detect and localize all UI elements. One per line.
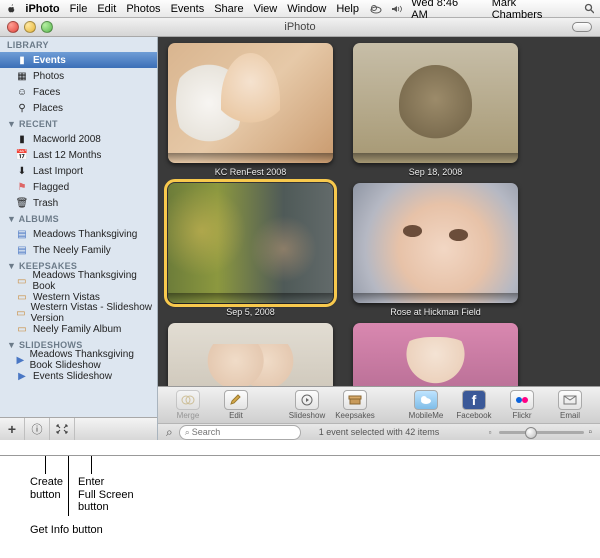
bottom-toolbar: Merge Edit Slideshow Keepsakes MobileMe … bbox=[158, 386, 600, 423]
merge-button[interactable]: Merge bbox=[166, 390, 210, 420]
box-icon bbox=[348, 394, 362, 406]
menu-file[interactable]: File bbox=[70, 3, 88, 15]
annotation-overlay: Create button Get Info button Enter Full… bbox=[0, 456, 600, 556]
flickr-button[interactable]: Flickr bbox=[500, 390, 544, 420]
email-button[interactable]: Email bbox=[548, 390, 592, 420]
event-thumb[interactable]: Sep 18, 2008 bbox=[353, 43, 518, 177]
menubar: iPhoto File Edit Photos Events Share Vie… bbox=[0, 0, 600, 18]
sidebar-item-book[interactable]: ▭Meadows Thanksgiving Book bbox=[0, 273, 157, 289]
status-text: 1 event selected with 42 items bbox=[319, 427, 440, 437]
mobileme-status-icon[interactable] bbox=[369, 4, 382, 14]
annotation-fullscreen: Enter Full Screen button bbox=[78, 476, 134, 514]
menu-edit[interactable]: Edit bbox=[97, 3, 116, 15]
menu-events[interactable]: Events bbox=[171, 3, 205, 15]
sidebar-item-places[interactable]: ⚲Places bbox=[0, 100, 157, 116]
menu-window[interactable]: Window bbox=[287, 3, 326, 15]
event-thumb[interactable]: KC RenFest 2008 bbox=[168, 43, 333, 177]
event-thumb[interactable] bbox=[168, 323, 333, 386]
menu-view[interactable]: View bbox=[254, 3, 278, 15]
sidebar-item-slideshow[interactable]: ▶Meadows Thanksgiving Book Slideshow bbox=[0, 352, 157, 368]
annotation-getinfo: Get Info button bbox=[30, 524, 103, 537]
status-bar: ⌕ ⌕ 1 event selected with 42 items ▫ ▫ bbox=[158, 423, 600, 440]
get-info-button[interactable]: ⓘ bbox=[25, 418, 50, 440]
menu-app[interactable]: iPhoto bbox=[25, 3, 59, 15]
slideshow-icon: ▶ bbox=[16, 354, 25, 366]
photos-icon: ▦ bbox=[16, 70, 28, 82]
faces-icon: ☺ bbox=[16, 86, 28, 98]
events-icon: ▮ bbox=[16, 54, 28, 66]
flag-icon: ⚑ bbox=[16, 181, 28, 193]
volume-icon[interactable] bbox=[391, 4, 402, 14]
thumbnail-size-slider[interactable] bbox=[499, 431, 584, 434]
sidebar-item-lastimport[interactable]: ⬇Last Import bbox=[0, 163, 157, 179]
sidebar-item-photos[interactable]: ▦Photos bbox=[0, 68, 157, 84]
sidebar-item-events[interactable]: ▮Events bbox=[0, 52, 157, 68]
keepsakes-button[interactable]: Keepsakes bbox=[333, 390, 377, 420]
album-icon: ▤ bbox=[16, 228, 28, 240]
facebook-button[interactable]: fFacebook bbox=[452, 390, 496, 420]
event-caption: KC RenFest 2008 bbox=[168, 167, 333, 177]
slideshow-icon: ▶ bbox=[16, 370, 28, 382]
mobileme-icon bbox=[419, 394, 433, 406]
flickr-icon bbox=[515, 395, 529, 405]
sidebar-item-book[interactable]: ▭Western Vistas - Slideshow Version bbox=[0, 305, 157, 321]
main-content: KC RenFest 2008 Sep 18, 2008 Sep 5, 2008… bbox=[158, 37, 600, 440]
create-button[interactable]: + bbox=[0, 418, 25, 440]
sidebar-item-last12[interactable]: 📅Last 12 Months bbox=[0, 147, 157, 163]
edit-button[interactable]: Edit bbox=[214, 390, 258, 420]
sidebar-item-album[interactable]: ▤The Neely Family bbox=[0, 242, 157, 258]
event-thumb[interactable] bbox=[353, 323, 518, 386]
sidebar-item-faces[interactable]: ☺Faces bbox=[0, 84, 157, 100]
window-titlebar: iPhoto bbox=[0, 18, 600, 37]
sidebar-header-albums[interactable]: ▼ ALBUMS bbox=[0, 211, 157, 226]
spotlight-icon[interactable] bbox=[584, 3, 594, 14]
menu-photos[interactable]: Photos bbox=[126, 3, 160, 15]
toolbar-toggle-button[interactable] bbox=[572, 22, 592, 32]
sidebar-footer: + ⓘ bbox=[0, 417, 157, 440]
book-icon: ▭ bbox=[16, 323, 28, 335]
event-caption: Sep 18, 2008 bbox=[353, 167, 518, 177]
trash-icon: 🗑 bbox=[16, 197, 28, 209]
menu-share[interactable]: Share bbox=[214, 3, 243, 15]
slideshow-button[interactable]: Slideshow bbox=[285, 390, 329, 420]
annotation-create: Create button bbox=[30, 476, 63, 501]
sidebar-item-album[interactable]: ▤Meadows Thanksgiving bbox=[0, 226, 157, 242]
event-thumb[interactable]: Rose at Hickman Field bbox=[353, 183, 518, 317]
book-icon: ▭ bbox=[16, 275, 28, 287]
event-icon: ▮ bbox=[16, 133, 28, 145]
sidebar-item-trash[interactable]: 🗑Trash bbox=[0, 195, 157, 211]
events-grid[interactable]: KC RenFest 2008 Sep 18, 2008 Sep 5, 2008… bbox=[158, 37, 600, 386]
window-title: iPhoto bbox=[0, 21, 600, 33]
mobileme-button[interactable]: MobileMe bbox=[404, 390, 448, 420]
sidebar-item-macworld[interactable]: ▮Macworld 2008 bbox=[0, 131, 157, 147]
book-icon: ▭ bbox=[16, 307, 26, 319]
menu-help[interactable]: Help bbox=[336, 3, 359, 15]
calendar-icon: 📅 bbox=[16, 149, 28, 161]
album-icon: ▤ bbox=[16, 244, 28, 256]
event-caption: Rose at Hickman Field bbox=[353, 307, 518, 317]
places-icon: ⚲ bbox=[16, 102, 28, 114]
sidebar-item-flagged[interactable]: ⚑Flagged bbox=[0, 179, 157, 195]
sidebar-header-recent[interactable]: ▼ RECENT bbox=[0, 116, 157, 131]
sidebar-header-library: LIBRARY bbox=[0, 37, 157, 52]
apple-icon[interactable] bbox=[6, 3, 17, 15]
pencil-icon bbox=[229, 394, 243, 406]
event-caption: Sep 5, 2008 bbox=[168, 307, 333, 317]
book-icon: ▭ bbox=[16, 291, 28, 303]
play-icon bbox=[300, 394, 314, 406]
source-list: LIBRARY ▮Events ▦Photos ☺Faces ⚲Places ▼… bbox=[0, 37, 158, 440]
mail-icon bbox=[563, 395, 577, 405]
import-icon: ⬇ bbox=[16, 165, 28, 177]
fullscreen-button[interactable] bbox=[50, 418, 75, 440]
event-thumb-selected[interactable]: Sep 5, 2008 bbox=[168, 183, 333, 317]
merge-icon bbox=[181, 394, 195, 406]
